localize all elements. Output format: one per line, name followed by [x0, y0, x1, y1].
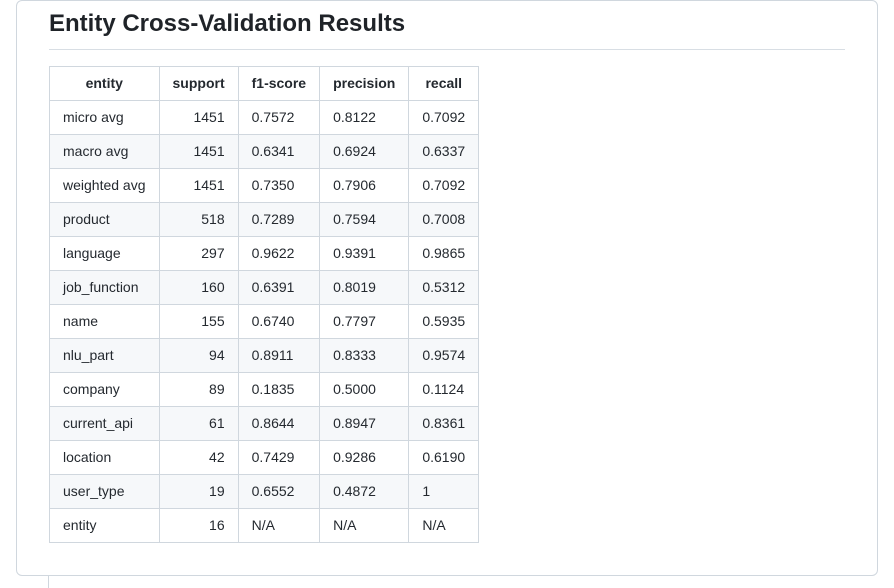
cell-recall: 0.5312 [409, 271, 479, 305]
table-row: user_type190.65520.48721 [50, 475, 479, 509]
results-card: Entity Cross-Validation Results entity s… [16, 0, 878, 576]
cell-support: 1451 [159, 101, 238, 135]
table-row: current_api610.86440.89470.8361 [50, 407, 479, 441]
cell-support: 42 [159, 441, 238, 475]
cell-precision: 0.7906 [320, 169, 409, 203]
cell-entity: company [50, 373, 160, 407]
cell-entity: entity [50, 509, 160, 543]
table-row: macro avg14510.63410.69240.6337 [50, 135, 479, 169]
page-title: Entity Cross-Validation Results [49, 9, 845, 50]
cell-f1: 0.7429 [238, 441, 319, 475]
cell-f1: 0.6740 [238, 305, 319, 339]
cell-recall: 1 [409, 475, 479, 509]
table-row: job_function1600.63910.80190.5312 [50, 271, 479, 305]
cell-entity: product [50, 203, 160, 237]
header-f1: f1-score [238, 67, 319, 101]
table-row: company890.18350.50000.1124 [50, 373, 479, 407]
cell-support: 155 [159, 305, 238, 339]
table-row: language2970.96220.93910.9865 [50, 237, 479, 271]
cell-recall: 0.5935 [409, 305, 479, 339]
cell-recall: 0.8361 [409, 407, 479, 441]
cell-precision: 0.9286 [320, 441, 409, 475]
table-header-row: entity support f1-score precision recall [50, 67, 479, 101]
cell-entity: location [50, 441, 160, 475]
cell-support: 19 [159, 475, 238, 509]
cell-support: 297 [159, 237, 238, 271]
cell-support: 1451 [159, 169, 238, 203]
results-table: entity support f1-score precision recall… [49, 66, 479, 543]
cell-entity: language [50, 237, 160, 271]
cell-f1: 0.7289 [238, 203, 319, 237]
cell-entity: nlu_part [50, 339, 160, 373]
cell-precision: 0.9391 [320, 237, 409, 271]
cell-entity: job_function [50, 271, 160, 305]
cell-entity: weighted avg [50, 169, 160, 203]
cell-support: 89 [159, 373, 238, 407]
header-entity: entity [50, 67, 160, 101]
table-row: weighted avg14510.73500.79060.7092 [50, 169, 479, 203]
table-row: micro avg14510.75720.81220.7092 [50, 101, 479, 135]
cell-entity: micro avg [50, 101, 160, 135]
table-row: entity16N/AN/AN/A [50, 509, 479, 543]
cell-entity: name [50, 305, 160, 339]
cell-support: 160 [159, 271, 238, 305]
cell-f1: 0.8911 [238, 339, 319, 373]
cell-recall: 0.7092 [409, 169, 479, 203]
cell-support: 94 [159, 339, 238, 373]
cell-f1: 0.7572 [238, 101, 319, 135]
cell-f1: 0.6552 [238, 475, 319, 509]
cell-entity: macro avg [50, 135, 160, 169]
card-content: Entity Cross-Validation Results entity s… [17, 1, 877, 575]
cell-f1: 0.6391 [238, 271, 319, 305]
cell-f1: 0.8644 [238, 407, 319, 441]
cell-precision: N/A [320, 509, 409, 543]
border-fragment [48, 576, 49, 588]
table-row: name1550.67400.77970.5935 [50, 305, 479, 339]
cell-precision: 0.8122 [320, 101, 409, 135]
header-recall: recall [409, 67, 479, 101]
header-precision: precision [320, 67, 409, 101]
cell-f1: 0.6341 [238, 135, 319, 169]
cell-entity: user_type [50, 475, 160, 509]
cell-precision: 0.8947 [320, 407, 409, 441]
cell-recall: 0.7092 [409, 101, 479, 135]
cell-recall: 0.6190 [409, 441, 479, 475]
cell-precision: 0.8333 [320, 339, 409, 373]
cell-f1: 0.1835 [238, 373, 319, 407]
cell-precision: 0.8019 [320, 271, 409, 305]
cell-support: 61 [159, 407, 238, 441]
cell-f1: 0.9622 [238, 237, 319, 271]
cell-support: 1451 [159, 135, 238, 169]
cell-entity: current_api [50, 407, 160, 441]
header-support: support [159, 67, 238, 101]
cell-recall: 0.7008 [409, 203, 479, 237]
cell-precision: 0.5000 [320, 373, 409, 407]
cell-support: 16 [159, 509, 238, 543]
cell-f1: N/A [238, 509, 319, 543]
cell-recall: N/A [409, 509, 479, 543]
cell-precision: 0.7594 [320, 203, 409, 237]
table-row: product5180.72890.75940.7008 [50, 203, 479, 237]
cell-support: 518 [159, 203, 238, 237]
table-row: location420.74290.92860.6190 [50, 441, 479, 475]
cell-recall: 0.1124 [409, 373, 479, 407]
cell-f1: 0.7350 [238, 169, 319, 203]
cell-precision: 0.6924 [320, 135, 409, 169]
cell-recall: 0.9865 [409, 237, 479, 271]
cell-recall: 0.9574 [409, 339, 479, 373]
table-row: nlu_part940.89110.83330.9574 [50, 339, 479, 373]
cell-precision: 0.7797 [320, 305, 409, 339]
cell-recall: 0.6337 [409, 135, 479, 169]
cell-precision: 0.4872 [320, 475, 409, 509]
